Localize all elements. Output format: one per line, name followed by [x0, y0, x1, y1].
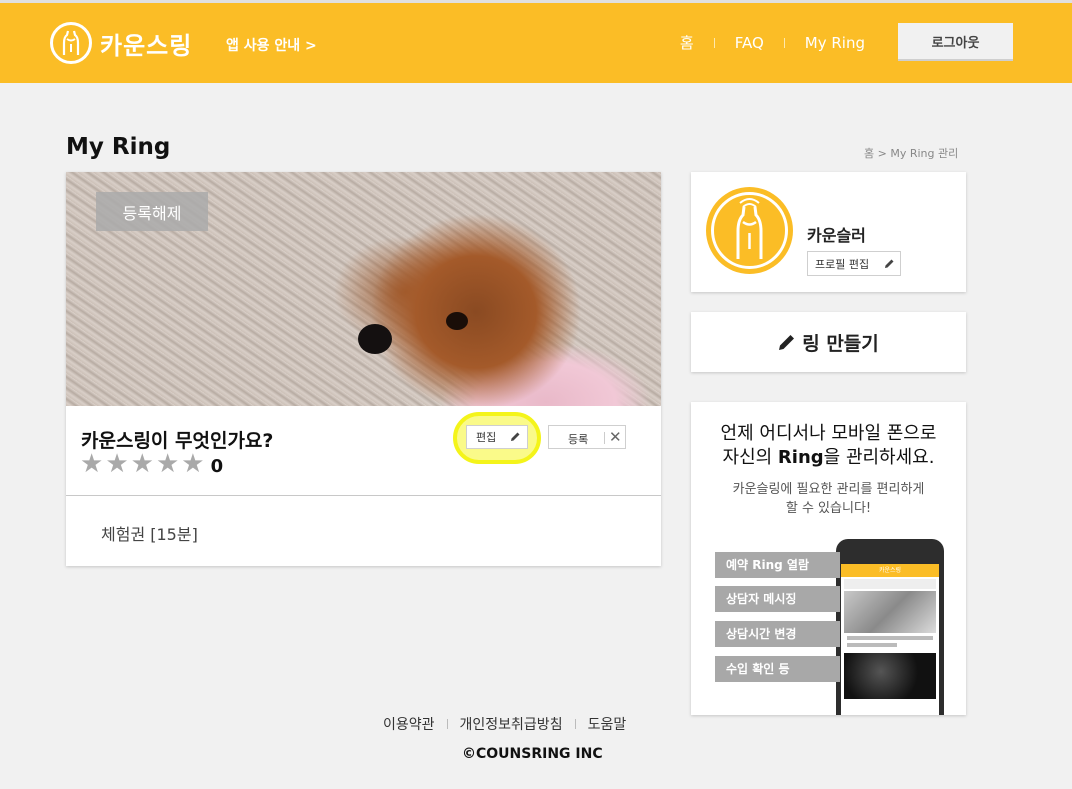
brand-logo[interactable]: 카운스링	[50, 22, 192, 64]
register-label: 등록	[568, 433, 589, 446]
phone-text-line	[847, 636, 933, 640]
make-ring-label: 링 만들기	[802, 332, 879, 355]
feature-tag: 예약 Ring 열람	[715, 552, 840, 578]
breadcrumb: 홈 > My Ring 관리	[864, 147, 959, 160]
logo-icon	[50, 22, 92, 64]
register-ring-button[interactable]: 등록 ✕	[548, 425, 626, 449]
ring-card: 등록해제 카운스링이 무엇인가요? ★ ★ ★ ★ ★ 0 편집 등록 ✕ 체험…	[66, 172, 661, 566]
mobile-app-promo: 언제 어디서나 모바일 폰으로 자신의 Ring을 관리하세요. 카운슬링에 필…	[691, 402, 966, 715]
avatar	[706, 187, 793, 274]
footer-privacy-link[interactable]: 개인정보취급방침	[460, 714, 563, 734]
footer-help-link[interactable]: 도움말	[588, 714, 627, 734]
phone-app-bar: 카운스링	[841, 564, 939, 577]
page-title: My Ring	[66, 134, 171, 160]
main-nav: 홈 FAQ My Ring	[680, 32, 865, 53]
nav-divider	[783, 37, 785, 48]
app-guide-link[interactable]: 앱 사용 안내 >	[226, 35, 317, 55]
rating-count: 0	[210, 455, 224, 477]
profile-edit-label: 프로필 편집	[815, 257, 870, 271]
brand-name: 카운스링	[100, 31, 193, 60]
promo-sub-line: 할 수 있습니다!	[785, 501, 872, 516]
promo-headline-line: 자신의 Ring을 관리하세요.	[722, 447, 935, 468]
pencil-icon	[884, 258, 895, 272]
feature-tag: 수입 확인 등	[715, 656, 840, 682]
top-header: 카운스링 앱 사용 안내 > 홈 FAQ My Ring 로그아웃	[0, 0, 1072, 83]
card-divider	[66, 495, 661, 496]
star-icon: ★	[155, 449, 180, 479]
button-divider	[604, 432, 605, 444]
ring-thumbnail-image: 등록해제	[66, 172, 661, 406]
phone-text-line	[847, 643, 897, 647]
voucher-label: 체험권 [15분]	[101, 525, 198, 544]
pencil-icon	[779, 335, 795, 350]
star-icon: ★	[181, 449, 205, 479]
feature-tag: 상담시간 변경	[715, 621, 840, 647]
edit-ring-button[interactable]: 편집	[466, 425, 528, 449]
phone-illustration: 카운스링	[836, 539, 944, 715]
copyright: ©COUNSRING INC	[462, 746, 603, 762]
promo-headline: 언제 어디서나 모바일 폰으로 자신의 Ring을 관리하세요.	[691, 422, 966, 470]
dog-eye	[446, 312, 468, 330]
logout-button[interactable]: 로그아웃	[898, 23, 1013, 61]
phone-search-bar	[844, 579, 936, 589]
footer-divider	[446, 719, 448, 729]
nav-my-ring[interactable]: My Ring	[805, 34, 865, 52]
star-rating: ★ ★ ★ ★ ★ 0	[80, 451, 223, 477]
footer-divider	[574, 719, 576, 729]
promo-headline-line: 언제 어디서나 모바일 폰으로	[720, 423, 937, 444]
nav-home[interactable]: 홈	[680, 32, 694, 53]
star-icon: ★	[105, 449, 129, 479]
footer-links: 이용약관 개인정보취급방침 도움말	[383, 714, 626, 734]
counselor-avatar-icon	[711, 192, 788, 269]
edit-label: 편집	[476, 431, 497, 444]
star-icon: ★	[130, 449, 154, 479]
feature-tag: 상담자 메시징	[715, 586, 840, 612]
phone-handshake-image	[844, 591, 936, 633]
make-ring-button[interactable]: 링 만들기	[691, 312, 966, 372]
close-icon[interactable]: ✕	[609, 428, 622, 446]
nav-divider	[713, 37, 715, 48]
nav-faq[interactable]: FAQ	[735, 34, 764, 52]
pencil-icon	[510, 431, 521, 445]
phone-screen: 카운스링	[841, 564, 939, 715]
dog-nose	[358, 324, 392, 354]
promo-sub-line: 카운슬링에 필요한 관리를 편리하게	[732, 482, 925, 497]
profile-edit-button[interactable]: 프로필 편집	[807, 251, 901, 276]
star-icon: ★	[80, 449, 104, 479]
phone-silhouette-image	[844, 653, 936, 699]
unregister-button[interactable]: 등록해제	[96, 192, 208, 231]
profile-card: 카운슬러 프로필 편집	[691, 172, 966, 292]
footer-terms-link[interactable]: 이용약관	[383, 714, 435, 734]
profile-name: 카운슬러	[807, 226, 866, 245]
promo-subtext: 카운슬링에 필요한 관리를 편리하게 할 수 있습니다!	[691, 480, 966, 518]
